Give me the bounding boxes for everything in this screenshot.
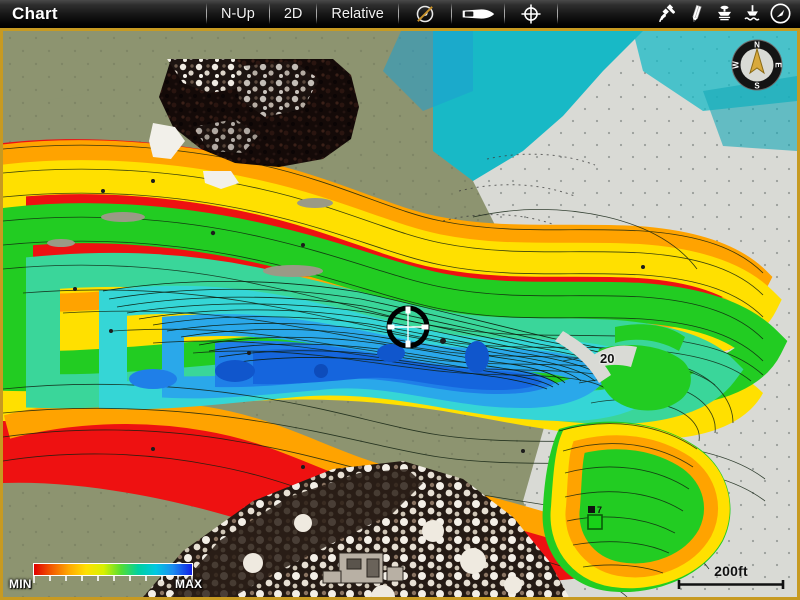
legend-min-label: MIN <box>9 577 32 591</box>
depth-color-legend: MIN MAX <box>7 561 219 591</box>
orientation-mode-button[interactable]: N-Up <box>207 0 269 27</box>
legend-gradient-bar <box>33 563 193 576</box>
buoy-label: 7 <box>597 505 602 515</box>
view-mode-button[interactable]: 2D <box>270 0 317 27</box>
top-toolbar: Chart N-Up 2D Relative <box>0 0 800 28</box>
motion-mode-button[interactable]: Relative <box>317 0 397 27</box>
page-title: Chart <box>12 3 58 23</box>
compass-south-label: S <box>754 82 760 91</box>
vessel-icon[interactable] <box>452 0 504 27</box>
legend-max-label: MAX <box>175 577 203 591</box>
compass-dial-icon[interactable] <box>766 0 794 28</box>
chart-cursor[interactable] <box>382 301 434 353</box>
depth-sounder-icon[interactable] <box>738 0 766 28</box>
chartplotter-screen: Chart N-Up 2D Relative N S E W 20 7 MIN … <box>0 0 800 600</box>
scale-rule-icon <box>677 580 785 589</box>
depth-contour-label: 20 <box>600 351 615 366</box>
buoy-marker[interactable]: 7 <box>586 505 614 536</box>
compass-rose: N S E W <box>731 39 783 91</box>
no-heading-icon[interactable] <box>399 0 451 27</box>
scale-distance-label: 200ft <box>714 563 748 579</box>
chart-map-frame: N S E W 20 7 MIN MAX 200ft <box>0 28 800 600</box>
mode-button-group: N-Up 2D Relative <box>207 0 399 27</box>
compass-north-label: N <box>754 41 760 50</box>
map-scale-bar: 200ft <box>675 563 787 589</box>
satellite-icon[interactable] <box>654 0 682 28</box>
status-icon-group <box>654 0 800 27</box>
pencil-icon[interactable] <box>682 0 710 28</box>
chart-map-canvas[interactable]: N S E W 20 7 MIN MAX 200ft <box>3 31 797 597</box>
sonar-transducer-icon[interactable] <box>710 0 738 28</box>
legend-tick-marks <box>33 576 193 583</box>
target-center-icon[interactable] <box>505 0 557 27</box>
compass-west-label: W <box>732 61 741 69</box>
compass-east-label: E <box>774 62 783 68</box>
